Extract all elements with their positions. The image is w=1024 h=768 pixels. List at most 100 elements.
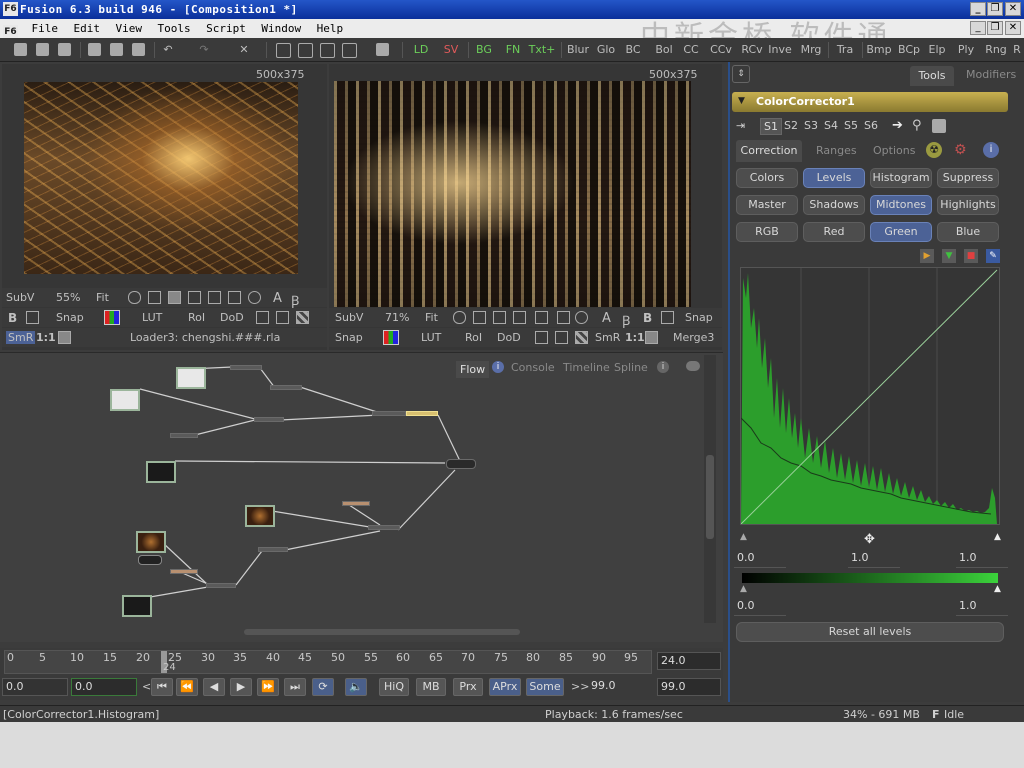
version-s2[interactable]: S2 <box>784 119 798 132</box>
channel-icon[interactable] <box>104 310 120 325</box>
channel-icon-right[interactable] <box>383 330 399 345</box>
snap-dropdown-right-2[interactable]: Snap <box>335 331 363 344</box>
paint-icon[interactable] <box>168 291 181 304</box>
menu-help[interactable]: Help <box>311 19 350 38</box>
rewind-button[interactable]: ⏪ <box>176 678 198 696</box>
tool-bc[interactable]: BC <box>622 41 644 59</box>
ellipse-icon[interactable] <box>248 291 261 304</box>
tool-inve[interactable]: Inve <box>766 41 794 59</box>
channel-blue-button[interactable]: Blue <box>937 222 999 242</box>
mb-button[interactable]: MB <box>416 678 446 696</box>
layout-4-icon[interactable] <box>342 43 357 58</box>
channel-rgb-button[interactable]: RGB <box>736 222 798 242</box>
version-s4[interactable]: S4 <box>824 119 838 132</box>
go-start-button[interactable]: ⏮ <box>151 678 173 696</box>
new-icon[interactable] <box>14 43 27 56</box>
doc-minimize-button[interactable]: _ <box>970 21 986 35</box>
menu-view[interactable]: View <box>110 19 149 38</box>
node-loader1[interactable] <box>146 461 176 483</box>
minimize-button[interactable]: _ <box>970 2 986 16</box>
input-high-field[interactable]: 1.0 <box>956 550 1008 568</box>
output-high-field[interactable]: 1.0 <box>956 598 1008 616</box>
save-settings-icon[interactable] <box>932 119 946 133</box>
render-icon[interactable] <box>376 43 389 56</box>
version-s1[interactable]: S1 <box>760 118 782 135</box>
version-s6[interactable]: S6 <box>864 119 878 132</box>
checker-icon-right[interactable] <box>575 331 588 344</box>
undo-icon[interactable]: ↶ <box>160 41 176 59</box>
tool-glo[interactable]: Glo <box>594 41 618 59</box>
global-end-field[interactable]: 99.0 <box>657 678 721 696</box>
collapse-icon[interactable]: ▼ <box>738 96 745 106</box>
flow-vertical-scrollbar[interactable] <box>704 355 716 623</box>
global-start-field[interactable]: 0.0 <box>2 678 68 696</box>
tab-options[interactable]: Options <box>873 144 915 157</box>
tool-ply[interactable]: Ply <box>954 41 978 59</box>
aprx-button[interactable]: APrx <box>489 678 521 696</box>
levels-icon[interactable] <box>58 331 71 344</box>
viewer-right[interactable]: 500x375 SubV 71% Fit A Ꞵ B Snap Snap LUT… <box>329 64 722 350</box>
layout-3-icon[interactable] <box>320 43 335 58</box>
tool-cc[interactable]: CC <box>680 41 702 59</box>
lock-icon[interactable] <box>256 311 269 324</box>
audio-icon[interactable]: 🔈 <box>345 678 367 696</box>
node-merge5[interactable] <box>206 583 236 588</box>
node-fastnoise[interactable] <box>110 389 140 411</box>
flow-horizontal-scrollbar[interactable] <box>12 627 702 637</box>
node-loader3[interactable] <box>136 531 166 553</box>
ratio-button-right[interactable]: 1:1 <box>625 331 645 344</box>
node-bc1[interactable] <box>170 569 198 574</box>
ellipse-icon-right[interactable] <box>575 311 588 324</box>
gamma-handle-icon[interactable]: ✥ <box>864 532 875 547</box>
tool-bol[interactable]: Bol <box>651 41 677 59</box>
polyline-icon-right[interactable] <box>453 311 466 324</box>
pan-icon-right[interactable] <box>555 331 568 344</box>
time-ruler[interactable]: 0 5 10 15 20 25 30 35 40 45 50 55 60 65 … <box>0 648 723 700</box>
levels-icon-right[interactable] <box>645 331 658 344</box>
prx-button[interactable]: Prx <box>453 678 483 696</box>
b-button-right[interactable]: B <box>643 311 652 325</box>
cut-icon[interactable] <box>88 43 101 56</box>
text-tool-icon-right[interactable]: A <box>602 311 611 326</box>
node-saver[interactable] <box>122 595 152 617</box>
ratio-button[interactable]: 1:1 <box>36 331 56 344</box>
bspline-icon[interactable] <box>148 291 161 304</box>
snap-dropdown[interactable]: Snap <box>56 311 84 324</box>
save-icon[interactable] <box>58 43 71 56</box>
menu-script[interactable]: Script <box>200 19 252 38</box>
pencil-levels-icon[interactable]: ✎ <box>986 249 1000 263</box>
text-tool-icon[interactable]: A <box>273 291 282 306</box>
range-highlights-button[interactable]: Highlights <box>937 195 999 215</box>
subview-button-right[interactable]: SubV <box>335 311 363 324</box>
node-colorcorrector1[interactable] <box>406 411 438 416</box>
tool-bmp[interactable]: Bmp <box>866 41 892 59</box>
version-s3[interactable]: S3 <box>804 119 818 132</box>
node-background[interactable] <box>176 367 206 389</box>
stop-levels-icon[interactable]: ■ <box>964 249 978 263</box>
mode-levels-button[interactable]: Levels <box>803 168 865 188</box>
node-merge1[interactable] <box>254 417 284 422</box>
pick-icon[interactable]: ⚲ <box>912 118 922 133</box>
info-icon-panel[interactable]: i <box>983 142 999 158</box>
doc-restore-button[interactable]: ❐ <box>987 21 1003 35</box>
layout-2-icon[interactable] <box>298 43 313 58</box>
histogram-display[interactable] <box>740 267 1000 525</box>
fast-forward-button[interactable]: ⏩ <box>257 678 279 696</box>
text-outline-icon-right[interactable]: Ꞵ <box>622 311 630 329</box>
zoom-dropdown[interactable]: 55% <box>56 291 80 304</box>
output-low-field[interactable]: 0.0 <box>734 598 786 616</box>
dod-button[interactable]: DoD <box>220 311 244 324</box>
brush-icon[interactable] <box>188 291 201 304</box>
high-input-handle-icon[interactable]: ▲ <box>994 532 1001 542</box>
mode-colors-button[interactable]: Colors <box>736 168 798 188</box>
smr-button-right[interactable]: SmR <box>595 331 620 344</box>
some-button[interactable]: Some <box>526 678 564 696</box>
layout-1-icon[interactable] <box>276 43 291 58</box>
node-loader2[interactable] <box>245 505 275 527</box>
tab-correction[interactable]: Correction <box>736 140 802 162</box>
range-master-button[interactable]: Master <box>736 195 798 215</box>
menu-edit[interactable]: Edit <box>68 19 107 38</box>
menu-tools[interactable]: Tools <box>152 19 197 38</box>
fit-button-right[interactable]: Fit <box>425 311 438 324</box>
pan-icon[interactable] <box>276 311 289 324</box>
